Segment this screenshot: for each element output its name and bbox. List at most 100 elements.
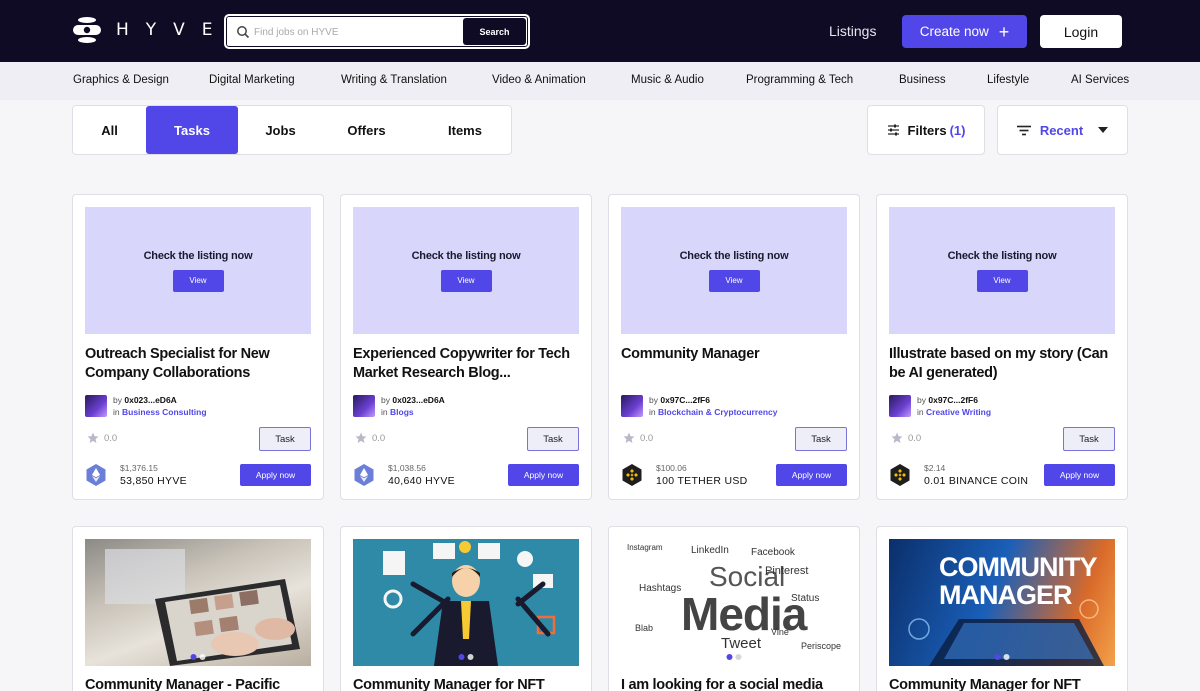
category-ai-services[interactable]: AI Services (1071, 74, 1129, 86)
category-digital-marketing[interactable]: Digital Marketing (209, 74, 295, 86)
caret-down-icon (1098, 127, 1109, 133)
listing-title[interactable]: Community Manager for NFT (353, 677, 583, 691)
search-button[interactable]: Search (463, 18, 526, 45)
brand-logo[interactable]: HYVE (72, 15, 230, 45)
listing-type-badge[interactable]: Task (259, 427, 311, 451)
listing-type-badge[interactable]: Task (795, 427, 847, 451)
word-cloud-word: Blab (635, 623, 654, 633)
carousel-dot[interactable] (726, 654, 733, 660)
apply-now-button[interactable]: Apply now (240, 464, 311, 486)
tab-offers[interactable]: Offers (323, 106, 410, 154)
avatar[interactable] (85, 395, 107, 417)
listing-card[interactable]: COMMUNITY MANAGER Community Manager for … (876, 526, 1128, 691)
login-button[interactable]: Login (1040, 15, 1122, 48)
category-lifestyle[interactable]: Lifestyle (987, 74, 1029, 86)
listing-title[interactable]: I am looking for a social media (621, 677, 851, 691)
apply-now-button[interactable]: Apply now (508, 464, 579, 486)
carousel-dot[interactable] (994, 654, 1001, 660)
listing-card[interactable]: Check the listing now View Experienced C… (340, 194, 592, 500)
category-music-audio[interactable]: Music & Audio (631, 74, 704, 86)
rating: 0.0 (355, 432, 385, 444)
author-address[interactable]: 0x023...eD6A (124, 395, 176, 405)
category-video-animation[interactable]: Video & Animation (492, 74, 586, 86)
tab-jobs[interactable]: Jobs (238, 106, 323, 154)
carousel-dot[interactable] (735, 654, 742, 660)
carousel-dot[interactable] (190, 654, 197, 660)
sort-dropdown[interactable]: Recent (997, 105, 1128, 155)
binance-icon (622, 464, 642, 486)
nav-listings-link[interactable]: Listings (829, 23, 876, 39)
tab-all[interactable]: All (73, 106, 146, 154)
community-manager-banner[interactable]: COMMUNITY MANAGER (889, 539, 1115, 666)
listing-thumbnail: Check the listing now View (85, 207, 311, 334)
sliders-icon (887, 124, 899, 136)
tab-items[interactable]: Items (410, 106, 520, 154)
listing-type-badge[interactable]: Task (527, 427, 579, 451)
create-now-label: Create now (919, 24, 989, 39)
rating: 0.0 (623, 432, 653, 444)
category-graphics-design[interactable]: Graphics & Design (73, 74, 169, 86)
carousel-dot[interactable] (199, 654, 206, 660)
carousel-dot[interactable] (1003, 654, 1010, 660)
price-usd: $1,376.15 (120, 463, 158, 473)
view-button[interactable]: View (976, 269, 1028, 292)
listing-card[interactable]: Community Manager - Pacific (72, 526, 324, 691)
brand-name: HYVE (116, 20, 230, 40)
author-address[interactable]: 0x97C...2fF6 (928, 395, 978, 405)
thumbnail-title: Check the listing now (947, 249, 1057, 262)
view-button[interactable]: View (172, 269, 224, 292)
tab-tasks[interactable]: Tasks (146, 106, 238, 154)
social-media-word-cloud[interactable]: Instagram LinkedIn Facebook Social Pinte… (621, 539, 847, 666)
word-cloud-small: Instagram (627, 543, 663, 552)
listing-title[interactable]: Community Manager for NFT (889, 677, 1119, 691)
listing-thumbnail: Check the listing now View (621, 207, 847, 334)
avatar[interactable] (621, 395, 643, 417)
listing-title[interactable]: Illustrate based on my story (Can be AI … (889, 345, 1117, 383)
multitasking-illustration[interactable] (353, 539, 579, 666)
listing-category-link[interactable]: Blockchain & Cryptocurrency (658, 407, 778, 417)
carousel-dot[interactable] (458, 654, 465, 660)
listing-category-link[interactable]: Creative Writing (926, 407, 991, 417)
listing-card[interactable]: Check the listing now View Outreach Spec… (72, 194, 324, 500)
price-usd: $100.06 (656, 463, 687, 473)
filters-button[interactable]: Filters (1) (867, 105, 985, 155)
listing-type-badge[interactable]: Task (1063, 427, 1115, 451)
laptop-graphic (908, 599, 1104, 666)
price-amount: 53,850 HYVE (120, 475, 187, 487)
listing-card[interactable]: Instagram LinkedIn Facebook Social Pinte… (608, 526, 860, 691)
apply-now-button[interactable]: Apply now (1044, 464, 1115, 486)
search-input[interactable] (254, 20, 454, 44)
listing-category-link[interactable]: Blogs (390, 407, 414, 417)
tablet-illustration (105, 549, 300, 666)
avatar[interactable] (353, 395, 375, 417)
word-cloud-word: Hashtags (639, 583, 682, 594)
listing-card[interactable]: Check the listing now View Illustrate ba… (876, 194, 1128, 500)
carousel-dots (726, 654, 742, 660)
author-address[interactable]: 0x97C...2fF6 (660, 395, 710, 405)
listing-title[interactable]: Experienced Copywriter for Tech Market R… (353, 345, 581, 383)
avatar[interactable] (889, 395, 911, 417)
category-business[interactable]: Business (899, 74, 946, 86)
author-address[interactable]: 0x023...eD6A (392, 395, 444, 405)
carousel-dot[interactable] (467, 654, 474, 660)
category-programming-tech[interactable]: Programming & Tech (746, 74, 853, 86)
create-now-button[interactable]: Create now + (902, 15, 1027, 48)
view-button[interactable]: View (708, 269, 760, 292)
view-button[interactable]: View (440, 269, 492, 292)
in-prefix: in (381, 407, 388, 417)
author-info: by 0x97C...2fF6 in Blockchain & Cryptocu… (621, 394, 778, 418)
rating-value: 0.0 (372, 432, 386, 444)
rating: 0.0 (891, 432, 921, 444)
listing-category-link[interactable]: Business Consulting (122, 407, 207, 417)
listing-title[interactable]: Outreach Specialist for New Company Coll… (85, 345, 313, 383)
category-writing-translation[interactable]: Writing & Translation (341, 74, 447, 86)
listing-card[interactable]: Community Manager for NFT (340, 526, 592, 691)
listing-title[interactable]: Community Manager (621, 345, 849, 364)
tablet-photo[interactable] (85, 539, 311, 666)
author-text: by 0x97C...2fF6 in Creative Writing (917, 394, 991, 418)
listing-card[interactable]: Check the listing now View Community Man… (608, 194, 860, 500)
rating-value: 0.0 (640, 432, 654, 444)
word-cloud-word: Vine (771, 627, 789, 637)
apply-now-button[interactable]: Apply now (776, 464, 847, 486)
listing-title[interactable]: Community Manager - Pacific (85, 677, 315, 691)
